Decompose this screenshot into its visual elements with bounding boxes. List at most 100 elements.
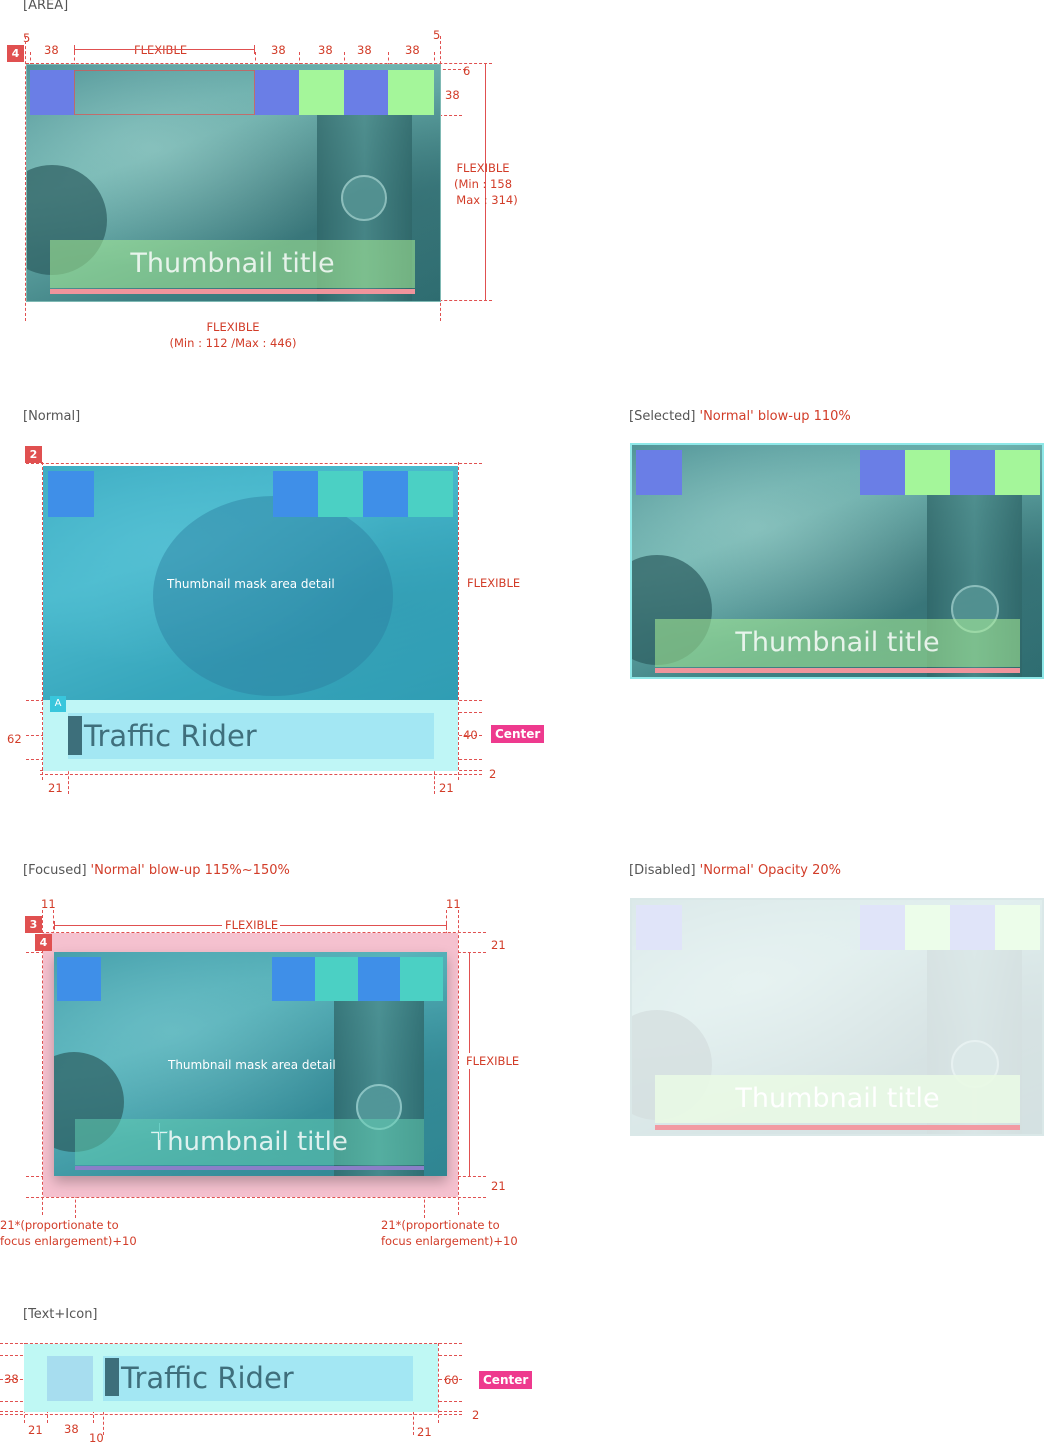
- area-flex-arrow-line: [74, 49, 255, 50]
- focused-dim-21-bottom: 21: [491, 1179, 506, 1193]
- area-dim-38-a: 38: [44, 43, 59, 57]
- focused-icon-slot-5: [400, 957, 443, 1001]
- disabled-note: 'Normal' Opacity 20%: [699, 863, 841, 878]
- focused-flex-arrow-cap-l: [54, 921, 55, 930]
- texticon-dim-38-bottom: 38: [64, 1422, 79, 1436]
- disabled-thumbnail-title: Thumbnail title: [655, 1075, 1020, 1123]
- area-dim-38-b: 38: [271, 43, 286, 57]
- area-dim-38-c: 38: [318, 43, 333, 57]
- disabled-label: [Disabled]: [629, 863, 696, 878]
- texticon-title-text: Traffic Rider: [121, 1361, 294, 1395]
- normal-guide-h7: [40, 774, 482, 775]
- focused-flex-arrow-left: [54, 925, 222, 926]
- area-icon-slot-1: [30, 70, 74, 115]
- normal-icon-slot-4: [363, 471, 408, 517]
- focused-dim-21-top: 21: [491, 938, 506, 952]
- normal-text-cursor: [68, 716, 82, 755]
- disabled-title-underline: [655, 1125, 1020, 1130]
- normal-icon-slot-3: [318, 471, 363, 517]
- area-title-underline: [50, 289, 415, 294]
- focused-icon-slot-3: [315, 957, 358, 1001]
- normal-dim-2: 2: [489, 767, 497, 781]
- section-label-text-icon: [Text+Icon]: [23, 1307, 98, 1322]
- focused-label: [Focused]: [23, 863, 87, 878]
- normal-mask-text: Thumbnail mask area detail: [167, 577, 335, 591]
- focused-thumbnail-title: Thumbnail title: [75, 1119, 424, 1165]
- normal-title-text: Traffic Rider: [84, 719, 257, 753]
- focused-note-left-2: focus enlargement)+10: [0, 1234, 137, 1248]
- area-dim-38-d: 38: [357, 43, 372, 57]
- area-height-min: (Min : 158: [453, 177, 513, 191]
- area-width-range: (Min : 112 /Max : 446): [169, 336, 297, 350]
- selected-icon-slot-4: [950, 450, 995, 495]
- focused-title-underline: [75, 1166, 424, 1170]
- focused-note: 'Normal' blow-up 115%~150%: [90, 863, 290, 878]
- focused-note-left-1: 21*(proportionate to: [0, 1218, 119, 1232]
- area-dim-38-e: 38: [405, 43, 420, 57]
- focused-note-right-1: 21*(proportionate to: [381, 1218, 500, 1232]
- focused-flexible-right: FLEXIBLE: [466, 1053, 520, 1069]
- focused-guide-h4: [26, 1197, 486, 1198]
- disabled-icon-slot-3: [905, 905, 950, 950]
- texticon-dim-21-right: 21: [417, 1425, 432, 1439]
- texticon-icon-box: [47, 1356, 93, 1401]
- disabled-icon-slot-4: [950, 905, 995, 950]
- selected-icon-slot-3: [905, 450, 950, 495]
- selected-note: 'Normal' blow-up 110%: [699, 409, 851, 424]
- focused-crosshair-icon: [151, 1123, 168, 1140]
- focused-mask-text: Thumbnail mask area detail: [168, 1058, 336, 1072]
- selected-label: [Selected]: [629, 409, 696, 424]
- normal-dim-21-right: 21: [439, 781, 454, 795]
- disabled-thumbnail-group: Thumbnail title: [630, 898, 1044, 1136]
- focused-badge-3: 3: [25, 916, 42, 933]
- focused-guide-v6: [458, 910, 459, 1215]
- normal-badge: 2: [25, 446, 42, 463]
- selected-icon-slot-5: [995, 450, 1040, 495]
- normal-center-tag: Center: [491, 725, 545, 743]
- focused-flexible-top: FLEXIBLE: [223, 917, 281, 933]
- section-label-disabled: [Disabled] 'Normal' Opacity 20%: [629, 863, 841, 878]
- area-dim-6: 6: [463, 64, 471, 78]
- area-thumbnail-title: Thumbnail title: [50, 240, 415, 288]
- selected-icon-slot-1: [636, 450, 682, 495]
- normal-dim-62: 62: [7, 732, 22, 746]
- normal-dim-40: 40: [463, 728, 478, 742]
- normal-dim-21-left: 21: [48, 781, 63, 795]
- area-width-flexible: FLEXIBLE: [206, 320, 260, 334]
- area-dim-flexible: FLEXIBLE: [134, 43, 188, 57]
- focused-flex-arrow-right: [280, 925, 446, 926]
- selected-icon-slot-2: [860, 450, 905, 495]
- focused-note-right-2: focus enlargement)+10: [381, 1234, 518, 1248]
- texticon-center-tag: Center: [479, 1371, 533, 1389]
- focused-icon-slot-2: [272, 957, 315, 1001]
- disabled-icon-slot-5: [995, 905, 1040, 950]
- section-label-focused: [Focused] 'Normal' blow-up 115%~150%: [23, 863, 290, 878]
- focused-badge-4: 4: [35, 934, 52, 951]
- area-flexible-bar: [74, 70, 255, 115]
- selected-title-underline: [655, 668, 1020, 673]
- area-icon-slot-4: [344, 70, 388, 115]
- disabled-icon-slot-2: [860, 905, 905, 950]
- normal-badge-a: A: [50, 696, 66, 712]
- texticon-dim-21-left: 21: [28, 1423, 43, 1437]
- texticon-dim-2: 2: [472, 1408, 480, 1422]
- normal-icon-slot-5: [408, 471, 453, 517]
- texticon-text-cursor: [105, 1358, 119, 1396]
- focused-icon-slot-4: [358, 957, 400, 1001]
- normal-icon-slot-1: [48, 471, 94, 517]
- area-icon-slot-5: [388, 70, 434, 115]
- texticon-dim-60: 60: [444, 1373, 459, 1387]
- focused-icon-slot-1: [57, 957, 101, 1001]
- area-dim-38-right: 38: [445, 88, 460, 102]
- area-icon-slot-3: [299, 70, 344, 115]
- area-height-flexible: FLEXIBLE: [456, 161, 510, 175]
- section-label-normal: [Normal]: [23, 409, 81, 424]
- disabled-icon-slot-1: [636, 905, 682, 950]
- texticon-guide-h6: [0, 1414, 462, 1415]
- area-icon-slot-2: [255, 70, 299, 115]
- section-label-area: [AREA]: [23, 0, 69, 13]
- texticon-dim-10: 10: [89, 1431, 104, 1445]
- texticon-guide-v6: [438, 1343, 439, 1423]
- area-badge: 4: [7, 45, 24, 62]
- normal-guide-h1: [26, 463, 482, 464]
